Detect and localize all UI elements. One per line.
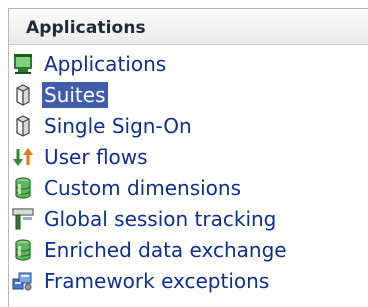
nav-item-label: Global session tracking: [44, 207, 277, 231]
nav-item-label: Applications: [44, 52, 167, 76]
nav-item-single-sign-on[interactable]: Single Sign-On: [9, 111, 368, 141]
nav-item-label: Suites: [42, 82, 108, 108]
cylinder-icon: [16, 84, 30, 106]
nav-item-label: Custom dimensions: [44, 176, 242, 200]
nav-item-label: Enriched data exchange: [44, 238, 287, 262]
application-window-icon: [14, 54, 32, 74]
cylinder-icon: [16, 115, 30, 137]
nav-item-label: Single Sign-On: [44, 114, 192, 138]
panel-header: Applications: [9, 9, 368, 45]
nav-item-user-flows[interactable]: User flows: [9, 142, 368, 172]
nav-item-global-session-tracking[interactable]: Global session tracking: [9, 204, 368, 234]
database-icon: [15, 177, 31, 199]
nav-item-enriched-data-exchange[interactable]: Enriched data exchange: [9, 235, 368, 265]
framework-icon: [12, 272, 32, 291]
panel-title: Applications: [26, 18, 146, 38]
session-tracking-icon: [12, 208, 34, 230]
nav-item-label: Framework exceptions: [44, 269, 270, 293]
database-icon: [15, 239, 31, 261]
nav-item-framework-exceptions[interactable]: Framework exceptions: [9, 266, 368, 296]
nav-item-custom-dimensions[interactable]: Custom dimensions: [9, 173, 368, 203]
nav-item-label: User flows: [44, 145, 148, 169]
nav-item-applications[interactable]: Applications: [9, 49, 368, 79]
nav-item-suites[interactable]: Suites: [9, 80, 368, 110]
applications-panel: Applications Applications Suites Single …: [8, 8, 368, 307]
flow-arrows-icon: [13, 148, 33, 166]
